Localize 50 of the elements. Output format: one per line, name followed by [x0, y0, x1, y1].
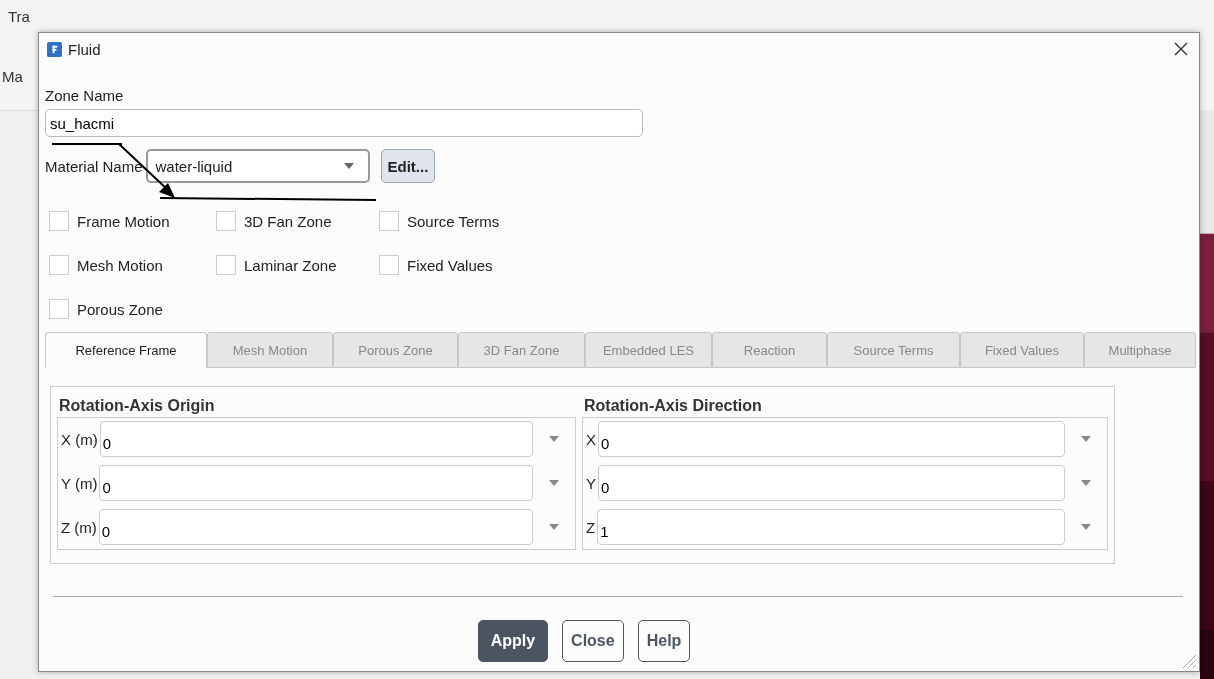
dropdown-caret-icon[interactable]	[549, 436, 559, 442]
option-checkbox[interactable]: Porous Zone	[49, 295, 216, 323]
field-label: Y	[586, 474, 596, 492]
field-label: Zone Name	[45, 87, 125, 104]
checkbox[interactable]	[379, 255, 399, 275]
field-label: Z (m)	[61, 518, 97, 536]
dialog-button[interactable]: Apply	[477, 620, 549, 662]
group-title: Rotation-Axis Direction	[583, 397, 763, 415]
checkbox[interactable]	[49, 299, 69, 319]
window-title: Fluid	[68, 40, 101, 58]
option-checkbox[interactable]: Mesh Motion	[49, 251, 216, 279]
checkbox[interactable]	[49, 255, 69, 275]
number-field[interactable]: 0	[98, 509, 533, 545]
checkbox[interactable]	[379, 211, 399, 231]
dialog-button[interactable]: Close	[562, 620, 624, 662]
number-field[interactable]: 0	[598, 465, 1065, 501]
menu-label[interactable]: Ma	[2, 68, 23, 85]
number-field[interactable]: 0	[99, 465, 533, 501]
dropdown-caret-icon[interactable]	[1081, 524, 1091, 530]
close-icon[interactable]	[1173, 41, 1189, 57]
option-checkbox[interactable]: Laminar Zone	[216, 251, 379, 279]
checkbox[interactable]	[49, 211, 69, 231]
number-field[interactable]: 0	[598, 421, 1065, 457]
dropdown-caret-icon[interactable]	[1081, 436, 1091, 442]
field-label: X	[586, 430, 596, 448]
field-label: Y (m)	[61, 474, 98, 492]
dialog-button[interactable]: Help	[637, 620, 691, 662]
option-checkbox[interactable]: Fixed Values	[379, 251, 579, 279]
tab[interactable]: Reference Frame	[45, 332, 207, 368]
number-field[interactable]: 1	[597, 509, 1065, 545]
dropdown-caret-icon[interactable]	[343, 163, 354, 169]
app-icon	[47, 41, 62, 57]
dropdown-caret-icon[interactable]	[549, 480, 559, 486]
option-checkbox[interactable]: Frame Motion	[49, 207, 216, 235]
group-title: Rotation-Axis Origin	[58, 397, 216, 415]
checkbox[interactable]	[216, 255, 236, 275]
underline-mark	[52, 143, 122, 145]
zone-name-field[interactable]: su_hacmi	[45, 109, 643, 137]
number-field[interactable]: 0	[99, 421, 533, 457]
option-checkbox[interactable]: Source Terms	[379, 207, 579, 235]
checkbox[interactable]	[216, 211, 236, 231]
field-label: X (m)	[61, 430, 98, 448]
option-checkbox[interactable]: 3D Fan Zone	[216, 207, 379, 235]
dropdown-caret-icon[interactable]	[1081, 480, 1091, 486]
material-dropdown[interactable]: water-liquid	[145, 149, 370, 183]
dropdown-caret-icon[interactable]	[549, 524, 559, 530]
field-label: Z	[586, 518, 596, 536]
menu-label[interactable]: Tra	[8, 8, 30, 25]
edit-button[interactable]: Edit...	[380, 149, 436, 183]
field-label: Material Name	[45, 157, 143, 175]
